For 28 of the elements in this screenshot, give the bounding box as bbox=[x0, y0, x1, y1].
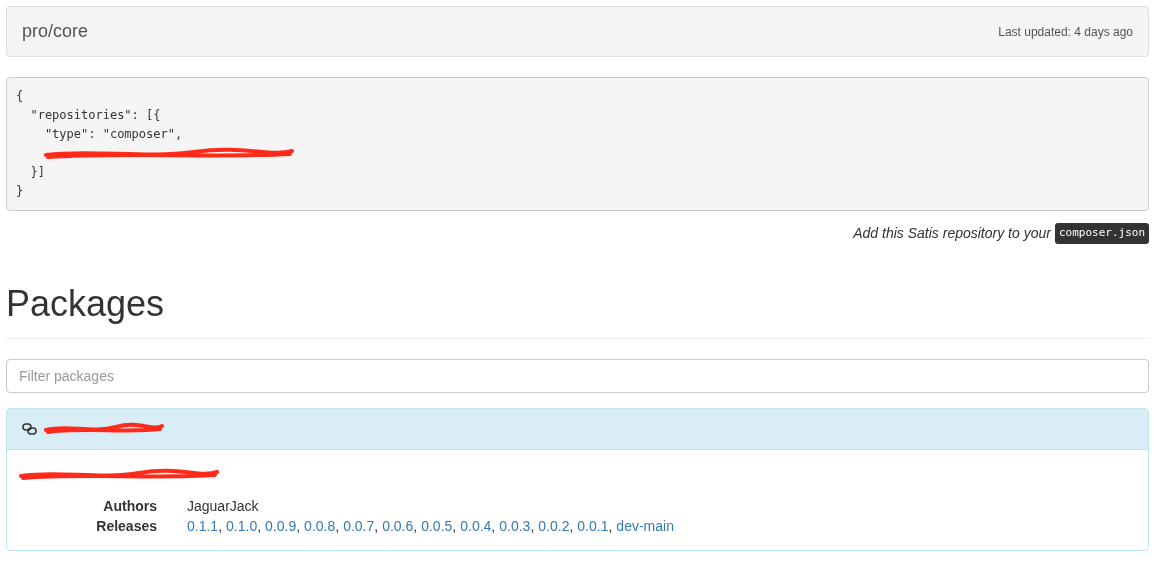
comma-separator: , bbox=[569, 517, 574, 536]
comma-separator: , bbox=[374, 517, 379, 536]
code-line: }] bbox=[29, 164, 45, 181]
comma-separator: , bbox=[218, 517, 223, 536]
filter-field[interactable]: Filter packages bbox=[6, 359, 1149, 393]
comma-separator: , bbox=[452, 517, 457, 536]
code-snippet: composer.json bbox=[1054, 223, 1149, 244]
field-label: Authors bbox=[102, 497, 158, 516]
panel-title: pro/core bbox=[22, 20, 89, 43]
comma-separator: , bbox=[257, 517, 262, 536]
code-line: } bbox=[16, 183, 24, 200]
section-heading: Packages bbox=[6, 284, 166, 324]
comma-separator: , bbox=[335, 517, 340, 536]
comma-separator: , bbox=[413, 517, 418, 536]
author-name: JaguarJack bbox=[187, 497, 259, 516]
comma-separator: , bbox=[530, 517, 535, 536]
link-icon bbox=[22, 422, 38, 436]
release-link[interactable]: 0.0.7 bbox=[343, 516, 375, 536]
field-label: Releases bbox=[95, 517, 158, 536]
code-line: "repositories": [{ bbox=[29, 107, 161, 124]
release-link[interactable]: dev-main bbox=[616, 516, 674, 536]
code-line: "type": "composer", bbox=[43, 126, 183, 143]
comma-separator: , bbox=[608, 517, 613, 536]
comma-separator: , bbox=[296, 517, 301, 536]
comma-separator: , bbox=[491, 517, 496, 536]
last-updated-text: Last updated: 4 days ago bbox=[998, 23, 1133, 41]
hint-text: Add this Satis repository to your bbox=[853, 224, 1051, 243]
code-line: { bbox=[16, 88, 24, 105]
